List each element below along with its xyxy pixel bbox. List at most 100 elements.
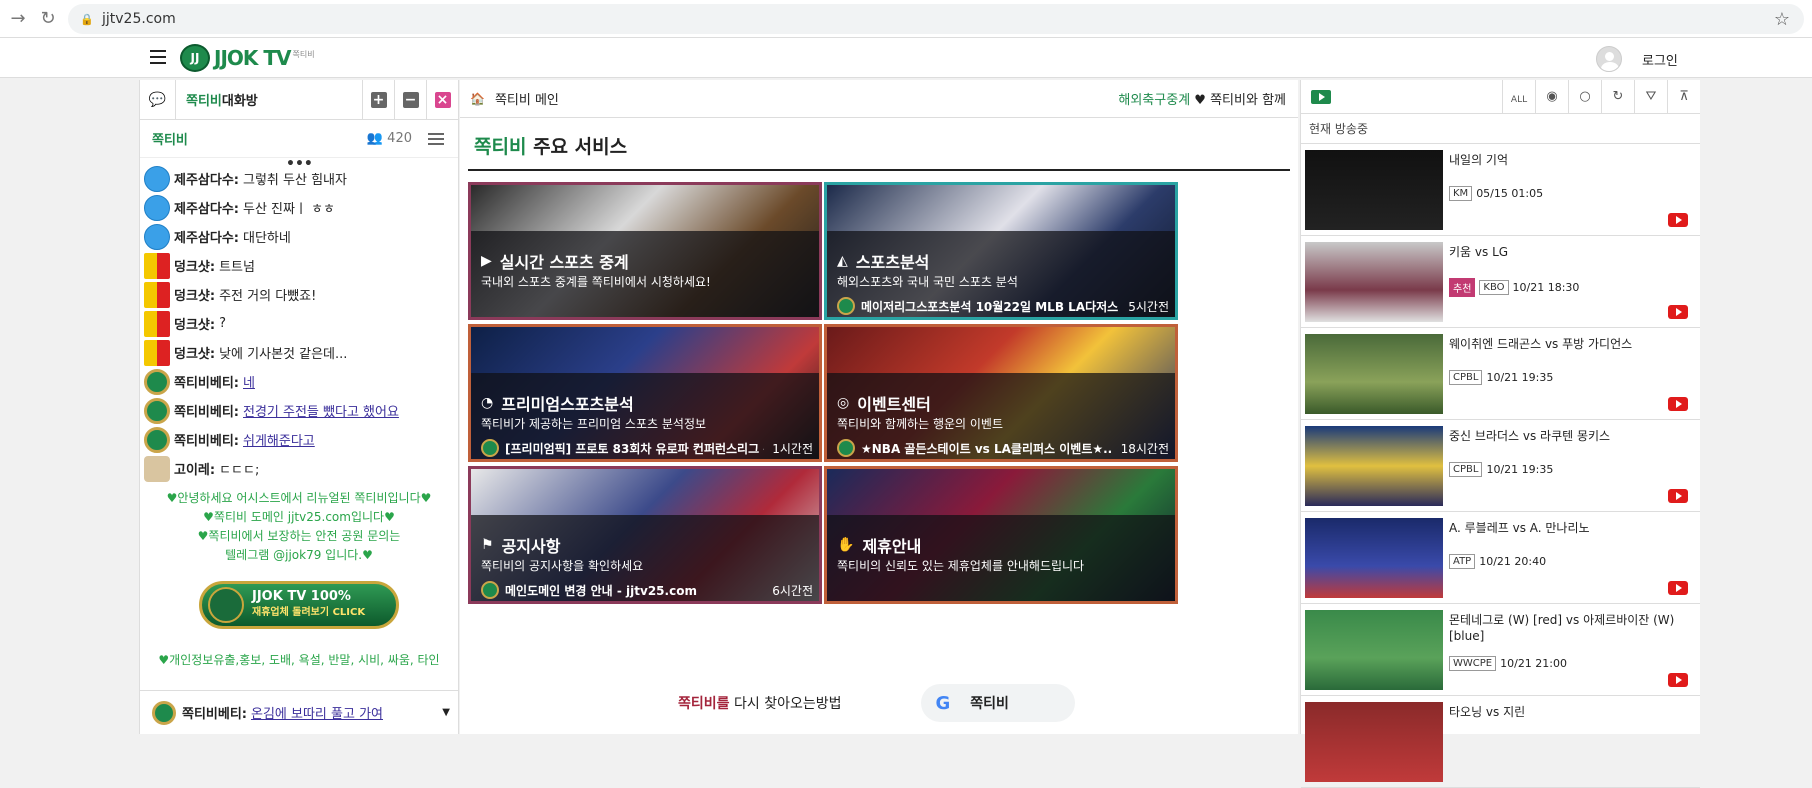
message-author: 쪽티비베티: — [174, 405, 239, 420]
close-icon: × — [434, 91, 451, 108]
message-text: 낮에 기사본것 같은데... — [219, 347, 348, 362]
card-latest-post[interactable]: ★NBA 골든스테이트 vs LA클리퍼스 이벤트★... 18시간전 — [837, 439, 1169, 457]
chat-latest-message[interactable]: 쪽티비베티: 온김에 보따리 풀고 가여 ▼ — [140, 690, 458, 734]
live-item[interactable]: 키움 vs LG 추천 KBO 10/21 18:30 — [1301, 236, 1700, 328]
google-search-box[interactable]: G 쪽티비 — [921, 684, 1076, 722]
back-icon[interactable]: → — [6, 7, 30, 31]
chat-message: 고이레: ㄷㄷㄷ; — [144, 454, 454, 483]
notice-line: ♥쪽티비 도메인 jjtv25.com입니다♥ — [203, 510, 395, 524]
service-card[interactable]: ◔ 프리미엄스포츠분석 쪽티비가 제공하는 프리미엄 스포츠 분석정보 [프리미엄픽]… — [468, 324, 822, 462]
card-latest-post[interactable]: 메인도메인 변경 안내 - jjtv25.com 6시간전 — [481, 581, 813, 599]
card-icon: ◎ — [837, 395, 850, 411]
card-title-text: 제휴안내 — [862, 537, 922, 556]
chat-expand-button[interactable]: + — [362, 79, 394, 120]
chat-header: 💬 쪽티비대화방 + − × — [140, 79, 458, 120]
live-list: 내일의 기억 KM 05/15 01:05 키움 vs LG 추천 KBO 10/21 18… — [1301, 144, 1700, 788]
live-thumbnail[interactable] — [1305, 334, 1443, 414]
post-avatar — [837, 297, 855, 315]
card-title: ✋ 제휴안내 — [837, 533, 921, 557]
live-thumbnail[interactable] — [1305, 518, 1443, 598]
overseas-football-link[interactable]: 해외축구중계 — [1118, 93, 1190, 108]
home-icon[interactable]: 🏠 — [470, 92, 485, 106]
live-time: 10/21 18:30 — [1512, 281, 1580, 294]
tv-icon — [1311, 89, 1331, 104]
chat-close-button[interactable]: × — [426, 79, 458, 120]
site-logo[interactable]: JJ JJOK TV 쪽티비 — [180, 44, 315, 72]
youtube-icon[interactable] — [1668, 213, 1688, 227]
youtube-icon[interactable] — [1668, 305, 1688, 319]
filter-all-button[interactable]: ALL — [1502, 79, 1535, 114]
live-time: 10/21 20:40 — [1479, 555, 1547, 568]
toggle-on-icon[interactable]: ◉ — [1535, 79, 1568, 114]
login-link[interactable]: 로그인 — [1642, 50, 1678, 69]
service-card[interactable]: ◎ 이벤트센터 쪽티비와 함께하는 행운의 이벤트 ★NBA 골든스테이트 vs LA… — [824, 324, 1178, 462]
address-bar[interactable]: 🔒 jjtv25.com ☆ — [68, 4, 1804, 34]
live-thumbnail[interactable] — [1305, 426, 1443, 506]
filter-icon[interactable]: ⛛ — [1634, 79, 1667, 114]
find-again-bar: 쪽티비를 다시 찾아오는방법 G 쪽티비 — [460, 680, 1298, 726]
message-text: ㄷㄷㄷ; — [219, 463, 260, 478]
live-item[interactable]: 내일의 기억 KM 05/15 01:05 — [1301, 144, 1700, 236]
message-link[interactable]: 온김에 보따리 풀고 가여 — [251, 703, 383, 722]
dropdown-arrow-icon[interactable]: ▼ — [442, 707, 450, 718]
reload-icon[interactable]: ↻ — [36, 7, 60, 31]
chat-panel: 💬 쪽티비대화방 + − × 쪽티비 👥 420 ••• 제주삼다수: 그렇취 두… — [139, 79, 459, 734]
avatar — [144, 310, 170, 337]
toggle-off-icon[interactable]: ○ — [1568, 79, 1601, 114]
youtube-icon[interactable] — [1668, 673, 1688, 687]
card-title-text: 스포츠분석 — [855, 253, 930, 272]
collapse-icon[interactable]: ⊼ — [1667, 79, 1700, 114]
card-latest-post[interactable]: [프리미엄픽] 프로토 83회차 유로파 컨퍼런스리그 분석... 1시간전 — [481, 439, 813, 457]
refresh-icon[interactable]: ↻ — [1601, 79, 1634, 114]
chat-minimize-button[interactable]: − — [394, 79, 426, 120]
message-link[interactable]: 쉬게해준다고 — [243, 430, 315, 449]
chat-room-name: 쪽티비 — [152, 133, 188, 148]
live-item[interactable]: 웨이취엔 드래곤스 vs 푸방 가디언스 CPBL 10/21 19:35 — [1301, 328, 1700, 420]
message-link[interactable]: 전경기 주전들 뺐다고 했어요 — [243, 401, 399, 420]
live-item[interactable]: 타오닝 vs 지린 — [1301, 696, 1700, 788]
service-card[interactable]: ⚑ 공지사항 쪽티비의 공지사항을 확인하세요 메인도메인 변경 안내 - jjtv2… — [468, 466, 822, 604]
youtube-icon[interactable] — [1668, 489, 1688, 503]
message-author: 덩크샷: — [174, 347, 216, 362]
live-thumbnail[interactable] — [1305, 702, 1443, 782]
logo-sub: 쪽티비 — [292, 49, 315, 59]
user-avatar-icon[interactable] — [1596, 46, 1622, 72]
youtube-icon[interactable] — [1668, 581, 1688, 595]
card-title: ◎ 이벤트센터 — [837, 391, 931, 415]
banner-sub: 재휴업체 돌려보기 CLICK — [252, 607, 366, 618]
service-card[interactable]: ◭ 스포츠분석 해외스포츠와 국내 국민 스포츠 분석 메이저리그스포츠분석 10월2… — [824, 182, 1178, 320]
league-tag: ATP — [1449, 554, 1476, 569]
menu-hamburger-icon[interactable] — [150, 50, 166, 64]
service-card[interactable]: ▶ 실시간 스포츠 중계 국내외 스포츠 중계를 쪽티비에서 시청하세요! — [468, 182, 822, 320]
message-text: 트트넘 — [219, 260, 255, 275]
live-item[interactable]: A. 루블레프 vs A. 만나리노 ATP 10/21 20:40 — [1301, 512, 1700, 604]
live-thumbnail[interactable] — [1305, 150, 1443, 230]
card-title: ◭ 스포츠분석 — [837, 249, 929, 273]
message-author: 쪽티비베티: — [174, 434, 239, 449]
live-thumbnail[interactable] — [1305, 242, 1443, 322]
live-title: 키움 vs LG — [1449, 245, 1509, 259]
service-card[interactable]: ✋ 제휴안내 쪽티비의 신뢰도 있는 제휴업체를 안내해드립니다 — [824, 466, 1178, 604]
notice-line: ♥안녕하세요 어시스트에서 리뉴얼된 쪽티비입니다♥ — [166, 491, 432, 505]
chat-menu-icon[interactable] — [428, 130, 444, 148]
youtube-icon[interactable] — [1668, 397, 1688, 411]
card-description: 국내외 스포츠 중계를 쪽티비에서 시청하세요! — [481, 275, 711, 289]
card-latest-post[interactable]: 메이저리그스포츠분석 10월22일 MLB LA다저스 : ... 5시간전 — [837, 297, 1169, 315]
live-thumbnail[interactable] — [1305, 610, 1443, 690]
live-time: 10/21 19:35 — [1486, 371, 1554, 384]
avatar — [144, 194, 170, 221]
live-title: A. 루블레프 vs A. 만나리노 — [1449, 521, 1590, 535]
lock-icon: 🔒 — [80, 13, 94, 26]
live-title: 중신 브라더스 vs 라쿠텐 몽키스 — [1449, 429, 1611, 443]
bookmark-star-icon[interactable]: ☆ — [1774, 9, 1790, 30]
live-title: 내일의 기억 — [1449, 153, 1509, 167]
live-meta: WWCPE 10/21 21:00 — [1449, 656, 1567, 671]
partner-banner[interactable]: JJOK TV 100% 재휴업체 돌려보기 CLICK — [199, 581, 399, 629]
chat-message: 덩크샷: 주전 거의 다뺐죠! — [144, 280, 454, 309]
message-link[interactable]: 네 — [243, 372, 255, 391]
live-item[interactable]: 몬테네그로 (W) [red] vs 아제르바이잔 (W) [blue] WWCP… — [1301, 604, 1700, 696]
heart-icon: ♥ — [1194, 93, 1206, 108]
avatar — [144, 426, 170, 453]
message-text: 주전 거의 다뺐죠! — [219, 289, 317, 304]
live-item[interactable]: 중신 브라더스 vs 라쿠텐 몽키스 CPBL 10/21 19:35 — [1301, 420, 1700, 512]
